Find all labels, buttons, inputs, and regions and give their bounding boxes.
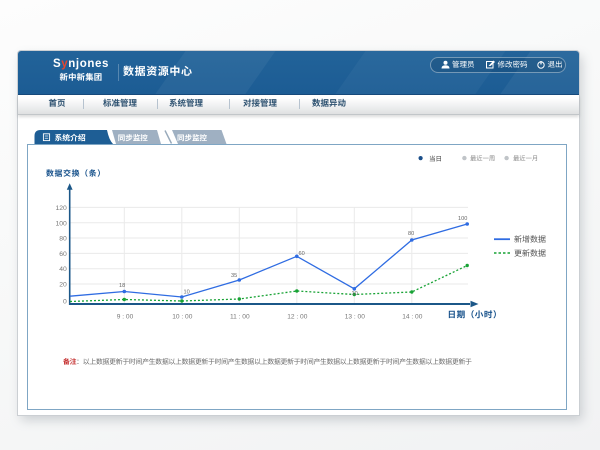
svg-text:60: 60	[59, 251, 67, 258]
svg-text:120: 120	[55, 205, 67, 212]
svg-text:11 : 00: 11 : 00	[230, 313, 250, 320]
svg-text:新增数据: 新增数据	[514, 235, 546, 244]
svg-text:12 : 00: 12 : 00	[287, 313, 307, 320]
svg-text:同步监控: 同步监控	[177, 134, 207, 143]
svg-text:14 : 00: 14 : 00	[402, 313, 422, 320]
svg-text:最近一月: 最近一月	[513, 155, 538, 163]
svg-text:10 : 00: 10 : 00	[172, 313, 192, 320]
svg-text:最近一周: 最近一周	[470, 155, 495, 163]
svg-text:日期（小时）: 日期（小时）	[448, 310, 503, 320]
svg-text:35: 35	[231, 273, 237, 279]
svg-text:0: 0	[63, 298, 67, 305]
svg-text:20: 20	[59, 282, 67, 289]
svg-text:更新数据: 更新数据	[514, 249, 546, 258]
svg-text:系统介绍: 系统介绍	[55, 134, 86, 143]
svg-text:80: 80	[59, 235, 67, 242]
svg-text:40: 40	[59, 266, 67, 273]
svg-text:10: 10	[352, 291, 358, 297]
svg-text:13 : 00: 13 : 00	[345, 313, 365, 320]
svg-text:100: 100	[55, 220, 67, 227]
svg-text:80: 80	[408, 231, 414, 237]
svg-text:60: 60	[299, 251, 305, 257]
svg-text:当日: 当日	[429, 155, 442, 163]
svg-text:10: 10	[184, 290, 190, 296]
svg-text:数据交换（条）: 数据交换（条）	[46, 169, 106, 178]
svg-text:9 : 00: 9 : 00	[117, 313, 134, 320]
svg-text:同步监控: 同步监控	[118, 134, 148, 143]
svg-text:100: 100	[458, 216, 467, 222]
svg-text:18: 18	[119, 283, 125, 289]
